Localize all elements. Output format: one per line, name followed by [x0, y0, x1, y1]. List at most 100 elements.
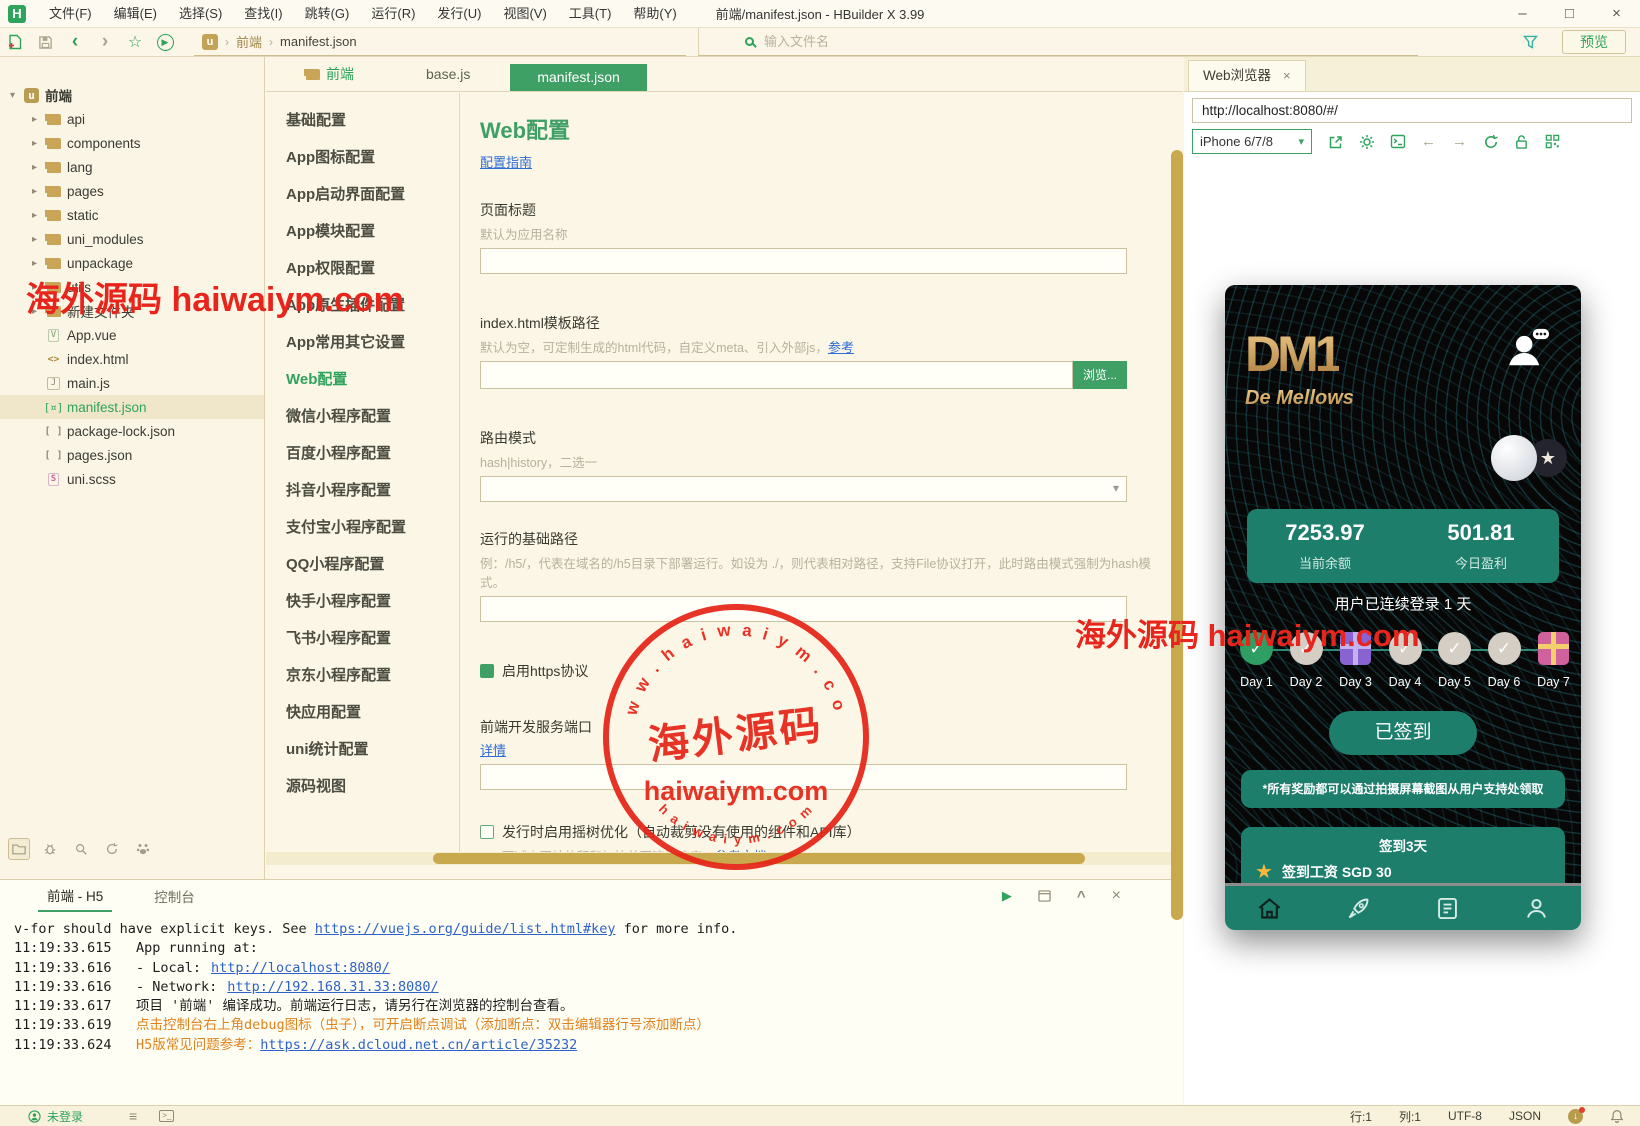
vertical-scrollbar-thumb[interactable] [1171, 150, 1183, 920]
find-icon[interactable] [70, 838, 92, 860]
qr-code-icon[interactable] [1537, 134, 1568, 149]
signin-day[interactable]: Day 1 [1233, 632, 1280, 689]
menu-item[interactable]: 跳转(G) [294, 0, 361, 27]
bug-icon[interactable] [39, 838, 61, 860]
forward-icon[interactable]: › [90, 31, 120, 53]
tree-row[interactable]: pages [0, 179, 264, 203]
config-nav-item[interactable]: Web配置 [266, 361, 459, 398]
page-title-input[interactable] [480, 248, 1127, 274]
menu-item[interactable]: 选择(S) [168, 0, 233, 27]
refresh-icon[interactable] [1475, 134, 1506, 150]
https-checkbox[interactable] [480, 664, 494, 678]
close-icon[interactable]: × [1593, 1, 1640, 27]
back-icon[interactable]: ‹ [60, 31, 90, 53]
profile-nav-icon[interactable] [1523, 895, 1550, 922]
base-path-input[interactable] [480, 596, 1127, 622]
cursor-col[interactable]: 列:1 [1399, 1108, 1421, 1125]
menu-item[interactable]: 工具(T) [558, 0, 623, 27]
terminal-icon[interactable] [1382, 134, 1413, 149]
menu-item[interactable]: 文件(F) [38, 0, 103, 27]
maximize-icon[interactable]: □ [1546, 1, 1593, 27]
tree-row[interactable]: uni.scss [0, 467, 264, 491]
tree-chevron-icon[interactable] [26, 162, 43, 173]
preview-button[interactable]: 预览 [1562, 30, 1626, 54]
template-path-input[interactable] [480, 361, 1073, 389]
router-mode-select[interactable]: ▾ [480, 476, 1127, 502]
back-icon[interactable]: ← [1413, 133, 1444, 150]
menu-item[interactable]: 查找(I) [233, 0, 293, 27]
console-tab-main[interactable]: 控制台 [154, 886, 195, 906]
browser-tab[interactable]: Web浏览器 × [1188, 60, 1306, 91]
config-nav-item[interactable]: App图标配置 [266, 139, 459, 176]
collapse-icon[interactable]: ^ [1077, 888, 1086, 905]
breadcrumb[interactable]: u › 前端 › manifest.json [194, 28, 686, 56]
signed-in-button[interactable]: 已签到 [1329, 711, 1477, 755]
tree-row[interactable]: 新建文件夹 [0, 299, 264, 323]
rocket-nav-icon[interactable] [1345, 895, 1372, 922]
day-status-icon[interactable] [1340, 632, 1371, 665]
sync-icon[interactable] [101, 838, 123, 860]
signin-day[interactable]: Day 3 [1332, 632, 1379, 689]
menu-item[interactable]: 视图(V) [492, 0, 557, 27]
day-status-icon[interactable] [1438, 632, 1471, 665]
tab-basejs[interactable]: base.js [426, 66, 470, 82]
config-nav-item[interactable]: 抖音小程序配置 [266, 472, 459, 509]
browse-button[interactable]: 浏览... [1073, 361, 1127, 389]
new-file-icon[interactable] [0, 34, 30, 50]
breadcrumb-project[interactable]: 前端 [236, 32, 262, 51]
tree-row[interactable]: api [0, 107, 264, 131]
signin-day[interactable]: Day 7 [1530, 632, 1577, 689]
cursor-line[interactable]: 行:1 [1350, 1108, 1372, 1125]
tree-row[interactable]: unpackage [0, 251, 264, 275]
tree-chevron-icon[interactable] [4, 90, 21, 101]
tree-row[interactable]: main.js [0, 371, 264, 395]
day-status-icon[interactable] [1240, 632, 1273, 665]
tree-row[interactable]: pages.json [0, 443, 264, 467]
signin-day[interactable]: Day 2 [1283, 632, 1330, 689]
template-path-ref-link[interactable]: 参考 [828, 340, 854, 355]
tree-chevron-icon[interactable] [26, 306, 43, 317]
orders-nav-icon[interactable] [1434, 895, 1461, 922]
file-type[interactable]: JSON [1509, 1109, 1541, 1123]
signin-day[interactable]: Day 5 [1431, 632, 1478, 689]
config-nav-item[interactable]: App权限配置 [266, 250, 459, 287]
config-nav-item[interactable]: uni统计配置 [266, 731, 459, 768]
outline-list-icon[interactable]: ≡ [129, 1108, 137, 1124]
log-link[interactable]: https://vuejs.org/guide/list.html#key [315, 921, 616, 937]
support-chat-icon[interactable] [1505, 325, 1551, 371]
tree-row[interactable]: index.html [0, 347, 264, 371]
treeshake-checkbox[interactable] [480, 825, 494, 839]
file-search-input[interactable] [764, 34, 1064, 49]
dev-port-detail-link[interactable]: 详情 [480, 743, 506, 758]
tree-row[interactable]: 前端 [0, 83, 264, 107]
menu-item[interactable]: 帮助(Y) [622, 0, 687, 27]
menu-item[interactable]: 发行(U) [426, 0, 492, 27]
log-link[interactable]: http://localhost:8080/ [211, 960, 390, 976]
day-status-icon[interactable] [1538, 632, 1569, 665]
config-nav-item[interactable]: 基础配置 [266, 102, 459, 139]
filter-icon[interactable] [1523, 35, 1538, 49]
horizontal-scrollbar[interactable] [266, 852, 1183, 865]
tree-chevron-icon[interactable] [26, 210, 43, 221]
tree-chevron-icon[interactable] [26, 258, 43, 269]
lock-icon[interactable] [1506, 134, 1537, 150]
extensions-icon[interactable] [132, 838, 154, 860]
config-nav-item[interactable]: 微信小程序配置 [266, 398, 459, 435]
config-nav-item[interactable]: App常用其它设置 [266, 324, 459, 361]
tab-manifest-active[interactable]: manifest.json [510, 64, 647, 91]
tree-chevron-icon[interactable] [26, 282, 43, 293]
day-status-icon[interactable] [1289, 632, 1323, 665]
minimize-icon[interactable]: – [1499, 1, 1546, 27]
tree-row[interactable]: package-lock.json [0, 419, 264, 443]
day-status-icon[interactable] [1388, 632, 1422, 665]
config-nav-item[interactable]: App模块配置 [266, 213, 459, 250]
tree-row[interactable]: static [0, 203, 264, 227]
day-status-icon[interactable] [1487, 632, 1521, 665]
signin-day[interactable]: Day 4 [1382, 632, 1429, 689]
tree-chevron-icon[interactable] [26, 138, 43, 149]
login-status[interactable]: 未登录 [28, 1108, 83, 1125]
device-selector[interactable]: iPhone 6/7/8 ▾ [1192, 129, 1312, 154]
breadcrumb-file[interactable]: manifest.json [280, 34, 357, 49]
scrollbar-thumb[interactable] [433, 853, 1085, 864]
config-nav-item[interactable]: App原生插件配置 [266, 287, 459, 324]
